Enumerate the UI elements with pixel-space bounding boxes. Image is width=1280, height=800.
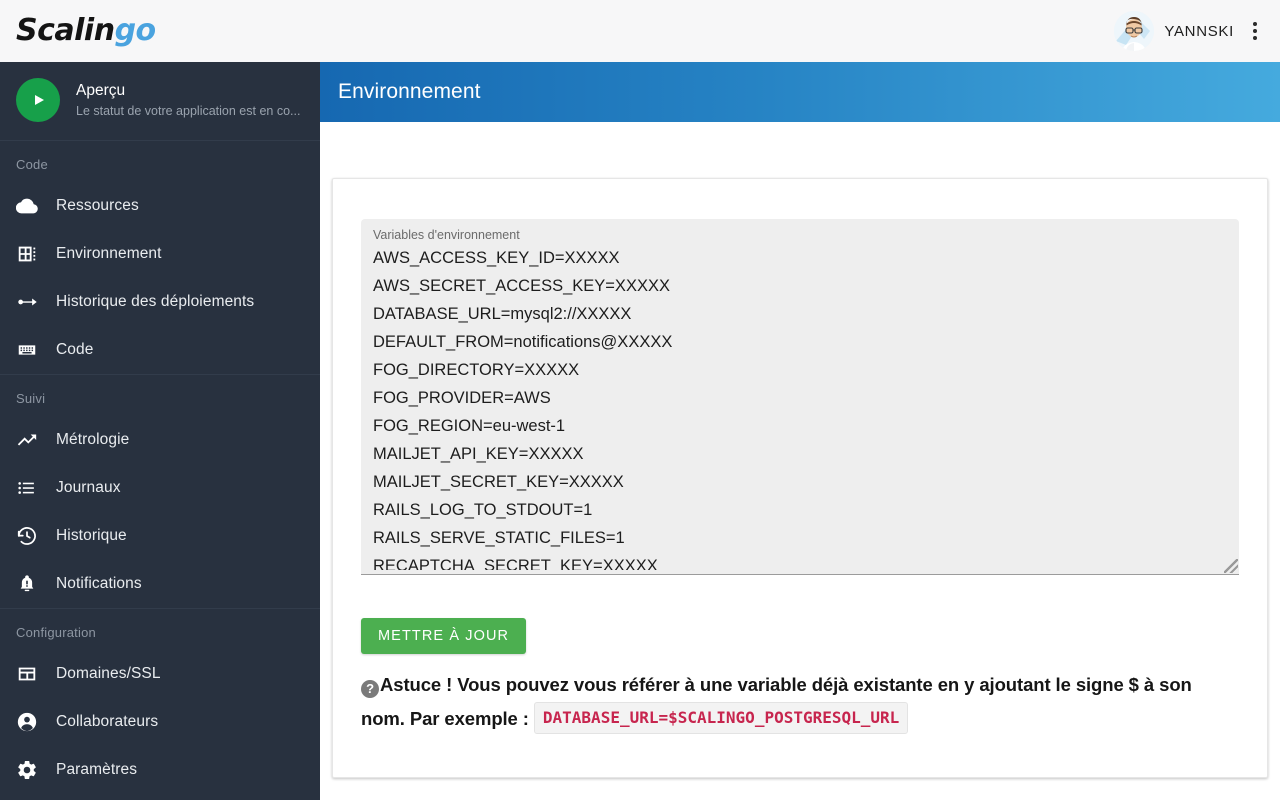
- nav-group-heading: Code: [0, 141, 320, 182]
- app-status-title: Aperçu: [76, 81, 300, 101]
- environment-variables-label: Variables d'environnement: [371, 227, 1229, 243]
- sidebar-item-environnement[interactable]: Environnement: [0, 230, 320, 278]
- sidebar-item-label: Ressources: [56, 197, 139, 215]
- kebab-dot: [1253, 22, 1257, 26]
- keyboard-icon: [16, 339, 56, 361]
- nav-group-heading: Configuration: [0, 609, 320, 650]
- user-area[interactable]: YANNSKI: [1114, 0, 1266, 62]
- logo-text-dark: Scalin: [16, 13, 115, 48]
- browser-window-icon: [16, 663, 56, 685]
- play-icon[interactable]: [16, 78, 60, 122]
- logo-text-accent: go: [115, 13, 156, 48]
- nav-group-suivi: Suivi Métrologie Journaux: [0, 374, 320, 608]
- username-label: YANNSKI: [1164, 23, 1234, 40]
- update-button[interactable]: METTRE À JOUR: [361, 618, 526, 654]
- arrow-right-line-icon: [16, 291, 56, 313]
- app-status-text: Aperçu Le statut de votre application es…: [76, 81, 300, 119]
- sidebar-item-collaborateurs[interactable]: Collaborateurs: [0, 698, 320, 746]
- top-bar: Scalingo YANNSKI: [0, 0, 1280, 62]
- play-triangle: [35, 95, 44, 105]
- sidebar: Aperçu Le statut de votre application es…: [0, 62, 320, 800]
- sidebar-item-label: Métrologie: [56, 431, 129, 449]
- tip-code-example: DATABASE_URL=$SCALINGO_POSTGRESQL_URL: [534, 702, 908, 734]
- sidebar-item-metrologie[interactable]: Métrologie: [0, 416, 320, 464]
- nav-group-code: Code Ressources Environnement: [0, 140, 320, 374]
- sidebar-item-code[interactable]: Code: [0, 326, 320, 374]
- sidebar-item-journaux[interactable]: Journaux: [0, 464, 320, 512]
- account-circle-icon: [16, 711, 56, 733]
- environment-variables-textarea[interactable]: [371, 244, 1229, 570]
- sidebar-item-domaines-ssl[interactable]: Domaines/SSL: [0, 650, 320, 698]
- kebab-menu-icon[interactable]: [1244, 14, 1266, 48]
- sidebar-item-historique-deploiements[interactable]: Historique des déploiements: [0, 278, 320, 326]
- cloud-icon: [16, 195, 56, 217]
- kebab-dot: [1253, 29, 1257, 33]
- environment-grid-icon: [16, 243, 56, 265]
- nav-group-configuration: Configuration Domaines/SSL Collaborateur…: [0, 608, 320, 794]
- sidebar-item-label: Collaborateurs: [56, 713, 158, 731]
- main-content: Environnement Variables d'environnement …: [320, 62, 1280, 800]
- bell-icon: [16, 573, 56, 595]
- sidebar-item-label: Paramètres: [56, 761, 137, 779]
- app-status-block[interactable]: Aperçu Le statut de votre application es…: [0, 62, 320, 140]
- sidebar-item-label: Environnement: [56, 245, 162, 263]
- kebab-dot: [1253, 36, 1257, 40]
- nav-group-heading: Suivi: [0, 375, 320, 416]
- sidebar-item-label: Notifications: [56, 575, 142, 593]
- help-circle-icon: ?: [361, 680, 379, 698]
- scalingo-logo[interactable]: Scalingo: [16, 16, 156, 46]
- sidebar-item-label: Historique: [56, 527, 127, 545]
- page-title: Environnement: [338, 80, 481, 104]
- user-avatar[interactable]: [1114, 11, 1154, 51]
- gear-icon: [16, 759, 56, 781]
- sidebar-item-ressources[interactable]: Ressources: [0, 182, 320, 230]
- sidebar-item-label: Historique des déploiements: [56, 293, 254, 311]
- list-icon: [16, 477, 56, 499]
- environment-variables-field[interactable]: Variables d'environnement: [361, 219, 1239, 575]
- sidebar-item-historique[interactable]: Historique: [0, 512, 320, 560]
- page-header: Environnement: [320, 62, 1280, 122]
- trending-up-icon: [16, 429, 56, 451]
- environment-card: Variables d'environnement METTRE À JOUR …: [332, 178, 1268, 778]
- history-clock-icon: [16, 525, 56, 547]
- sidebar-item-label: Code: [56, 341, 93, 359]
- sidebar-item-label: Journaux: [56, 479, 121, 497]
- sidebar-item-parametres[interactable]: Paramètres: [0, 746, 320, 794]
- resize-handle[interactable]: [1224, 559, 1238, 573]
- sidebar-item-label: Domaines/SSL: [56, 665, 161, 683]
- app-status-subtitle: Le statut de votre application est en co…: [76, 103, 300, 119]
- tip-text: ?Astuce ! Vous pouvez vous référer à une…: [361, 668, 1239, 736]
- sidebar-item-notifications[interactable]: Notifications: [0, 560, 320, 608]
